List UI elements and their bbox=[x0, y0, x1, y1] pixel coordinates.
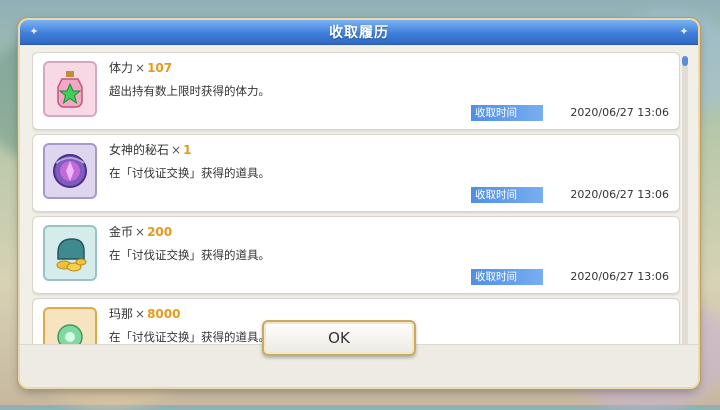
item-description: 在「讨伐证交换」获得的道具。 bbox=[109, 166, 270, 180]
item-description: 超出持有数上限时获得的体力。 bbox=[109, 84, 270, 98]
history-item: 金币 × 200 在「讨伐证交换」获得的道具。 收取时间 2020/06/27 13… bbox=[32, 216, 680, 294]
dialog-title: 收取履历 bbox=[329, 25, 389, 41]
receive-time-value: 2020/06/27 13:06 bbox=[570, 270, 669, 283]
receive-time-label: 收取时间 bbox=[471, 105, 543, 121]
ok-button[interactable]: OK bbox=[262, 320, 416, 356]
ornament-icon: ✦ bbox=[679, 25, 689, 38]
item-description: 在「讨伐证交换」获得的道具。 bbox=[109, 248, 270, 262]
history-list[interactable]: 体力 × 107 超出持有数上限时获得的体力。 收取时间 2020/06/27 13… bbox=[32, 52, 680, 350]
item-description: 在「讨伐证交换」获得的道具。 bbox=[109, 330, 270, 344]
dialog-title-bar: ✦ 收取履历 ✦ bbox=[20, 20, 698, 45]
item-name: 女神的秘石 × 1 bbox=[109, 143, 192, 157]
ornament-icon: ✦ bbox=[29, 25, 39, 38]
stamina-potion-icon bbox=[43, 61, 97, 117]
item-name: 金币 × 200 bbox=[109, 225, 173, 239]
item-name: 体力 × 107 bbox=[109, 61, 173, 75]
receive-time-value: 2020/06/27 13:06 bbox=[570, 106, 669, 119]
list-scrollbar[interactable] bbox=[682, 56, 688, 346]
receive-time-value: 2020/06/27 13:06 bbox=[570, 188, 669, 201]
receive-time-label: 收取时间 bbox=[471, 269, 543, 285]
scrollbar-thumb[interactable] bbox=[682, 56, 688, 66]
gold-coin-icon bbox=[43, 225, 97, 281]
goddess-stone-icon bbox=[43, 143, 97, 199]
history-item: 女神的秘石 × 1 在「讨伐证交换」获得的道具。 收取时间 2020/06/27 1… bbox=[32, 134, 680, 212]
item-name: 玛那 × 8000 bbox=[109, 307, 181, 321]
history-item: 体力 × 107 超出持有数上限时获得的体力。 收取时间 2020/06/27 13… bbox=[32, 52, 680, 130]
receive-time-label: 收取时间 bbox=[471, 187, 543, 203]
